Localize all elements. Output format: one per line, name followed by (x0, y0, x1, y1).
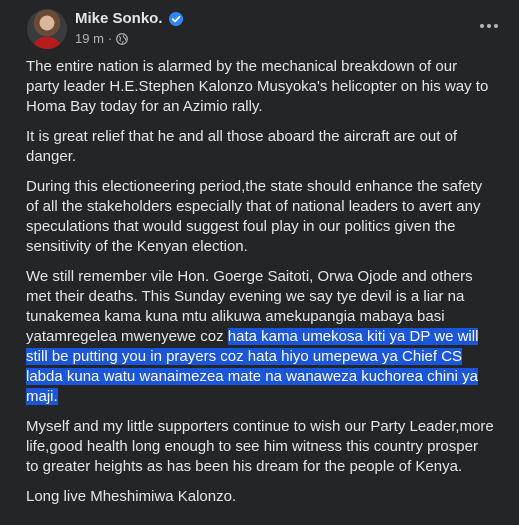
post-meta: 19 m · (75, 31, 129, 46)
post-paragraph-2: It is great relief that he and all those… (26, 128, 458, 165)
post-paragraph-4: We still remember vile Hon. Goerge Saito… (26, 267, 494, 407)
more-options-icon[interactable] (473, 10, 505, 42)
post-timestamp[interactable]: 19 m (75, 31, 104, 46)
post-paragraph-6: Long live Mheshimiwa Kalonzo. (26, 488, 237, 505)
author-row: Mike Sonko. (75, 10, 183, 27)
post-header: Mike Sonko. 19 m · (0, 0, 519, 60)
post-body: The entire nation is alarmed by the mech… (26, 57, 494, 517)
author-avatar[interactable] (27, 9, 67, 49)
meta-separator: · (107, 31, 113, 46)
facebook-post: Mike Sonko. 19 m · The entire nation is … (0, 0, 519, 525)
author-name[interactable]: Mike Sonko. (75, 10, 163, 27)
globe-icon[interactable] (116, 32, 129, 45)
post-paragraph-3: During this electioneering period,the st… (26, 178, 483, 255)
post-paragraph-5: Myself and my little supporters continue… (26, 418, 494, 475)
verified-badge-icon (168, 11, 183, 26)
post-paragraph-1: The entire nation is alarmed by the mech… (26, 58, 489, 115)
avatar-shirt (33, 37, 61, 49)
